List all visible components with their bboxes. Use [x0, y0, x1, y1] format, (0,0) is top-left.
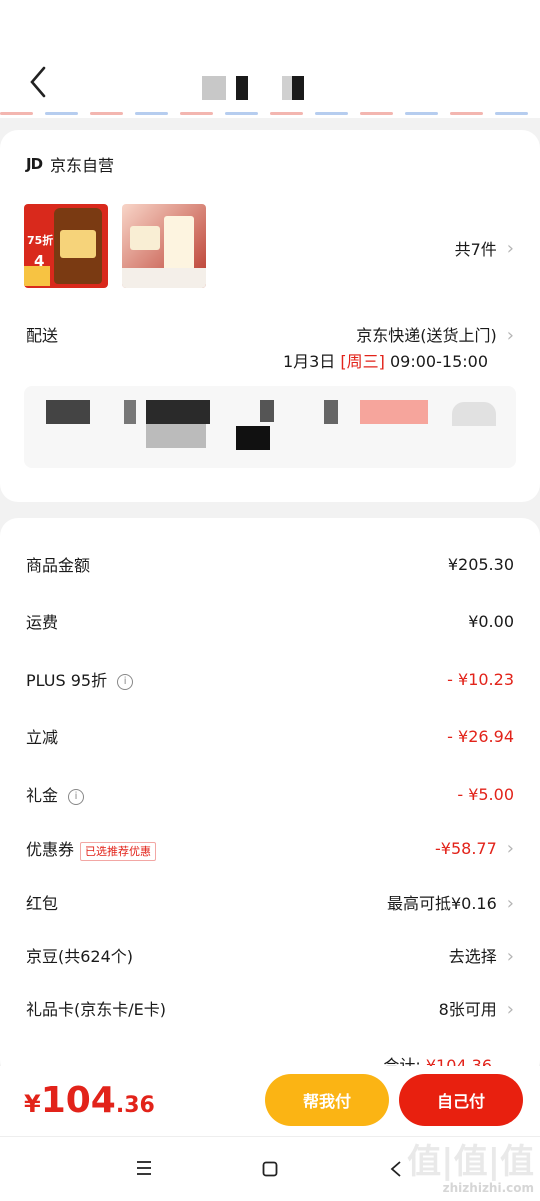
- chevron-right-icon: ›: [506, 999, 514, 1020]
- menu-icon[interactable]: [136, 1161, 152, 1175]
- coupon-tag: 已选推荐优惠: [80, 842, 157, 861]
- delivery-method: 京东快递(送货上门): [356, 326, 497, 345]
- help-pay-button[interactable]: 帮我付: [265, 1074, 389, 1126]
- watermark: 值|值|值 zhizhizhi.com: [407, 1142, 534, 1195]
- chevron-right-icon: ›: [506, 838, 514, 859]
- cost-row: 商品金额 ¥205.30: [26, 554, 514, 576]
- item-count-row[interactable]: 共7件 ›: [455, 236, 514, 260]
- address-blurred[interactable]: [24, 386, 516, 468]
- store-header: JD 京东自营: [26, 152, 114, 176]
- cost-row: 礼金 i - ¥5.00: [26, 784, 514, 806]
- discount-badge: 75折: [27, 234, 54, 247]
- price-breakdown-card: 商品金额 ¥205.30 运费 ¥0.00 PLUS 95折 i - ¥10.23…: [0, 518, 540, 1078]
- chevron-right-icon: ›: [506, 237, 514, 259]
- store-name: 京东自营: [50, 156, 115, 175]
- total-price: ¥104.36: [24, 1080, 155, 1121]
- back-nav-icon[interactable]: [390, 1160, 402, 1178]
- jingdou-row[interactable]: 京豆(共624个) 去选择 ›: [26, 943, 514, 967]
- red-packet-row[interactable]: 红包 最高可抵¥0.16 ›: [26, 890, 514, 914]
- product-thumbnail[interactable]: [122, 204, 206, 288]
- address-stripe: [0, 112, 540, 117]
- order-items-card: JD 京东自营 75折 4 共7件 › 配送 京东快递(送货上门) › 1月3日 …: [0, 130, 540, 502]
- delivery-row[interactable]: 配送 京东快递(送货上门) ›: [26, 322, 514, 346]
- cost-row: 立减 - ¥26.94: [26, 726, 514, 748]
- jd-logo: JD: [26, 155, 43, 173]
- top-bar: [0, 0, 540, 118]
- chevron-right-icon: ›: [506, 893, 514, 914]
- self-pay-button[interactable]: 自己付: [399, 1074, 523, 1126]
- gift-card-row[interactable]: 礼品卡(京东卡/E卡) 8张可用 ›: [26, 996, 514, 1020]
- back-arrow-icon[interactable]: [26, 64, 56, 100]
- chevron-right-icon: ›: [506, 325, 514, 346]
- checkout-bar: ¥104.36 帮我付 自己付: [0, 1066, 540, 1136]
- product-thumbnail[interactable]: 75折 4: [24, 204, 108, 288]
- cost-row: PLUS 95折 i - ¥10.23: [26, 669, 514, 691]
- coupon-row[interactable]: 优惠券 已选推荐优惠 -¥58.77 ›: [26, 836, 514, 861]
- item-count: 共7件: [454, 240, 497, 259]
- delivery-label: 配送: [26, 326, 59, 345]
- delivery-time: 1月3日 [周三] 09:00-15:00: [282, 352, 488, 371]
- chevron-right-icon: ›: [506, 946, 514, 967]
- system-nav-bar: 值|值|值 zhizhizhi.com: [0, 1136, 540, 1201]
- home-icon[interactable]: [262, 1161, 278, 1177]
- info-icon[interactable]: i: [68, 788, 85, 805]
- info-icon[interactable]: i: [117, 673, 134, 690]
- cost-row: 运费 ¥0.00: [26, 611, 514, 633]
